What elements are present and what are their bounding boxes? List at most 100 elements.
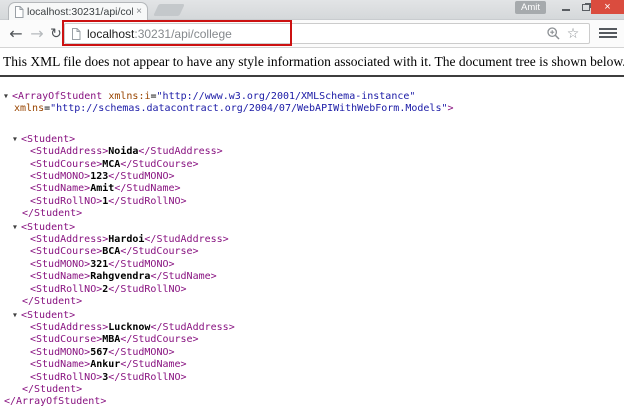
xml-tag: </StudAddress> xyxy=(138,146,223,158)
xml-tag: </StudName> xyxy=(150,271,217,283)
xml-text-value: MBA xyxy=(102,334,121,346)
xml-line: <StudMONO>321</StudMONO> xyxy=(0,259,624,271)
xml-text-value: 123 xyxy=(90,171,109,183)
xml-text-value: Amit xyxy=(90,183,115,195)
xml-tag: <StudMONO> xyxy=(30,346,91,358)
xml-text-value: Lucknow xyxy=(108,321,151,333)
collapse-arrow-icon[interactable]: ▼ xyxy=(4,90,12,102)
xml-tag: <StudAddress> xyxy=(30,146,109,158)
xml-line: ▼ <Student> xyxy=(0,133,624,146)
collapse-arrow-icon[interactable]: ▼ xyxy=(13,309,21,321)
xml-tag: <StudAddress> xyxy=(30,321,109,333)
forward-button[interactable]: → xyxy=(27,20,47,47)
xml-tag: <StudMONO> xyxy=(30,171,91,183)
xml-text-value: MCA xyxy=(102,158,121,170)
xml-tag: </Student> xyxy=(22,208,83,220)
page-icon xyxy=(71,27,81,40)
xml-line: <StudCourse>MCA</StudCourse> xyxy=(0,159,624,171)
xml-tag: <StudName> xyxy=(30,359,91,371)
back-button[interactable]: ← xyxy=(6,20,26,47)
xml-tag: </StudMONO> xyxy=(108,346,175,358)
xml-tag: </Student> xyxy=(22,296,83,308)
browser-tab[interactable]: localhost:30231/api/colle × xyxy=(8,2,148,20)
collapse-arrow-icon[interactable]: ▼ xyxy=(13,133,21,145)
address-bar[interactable]: localhost:30231/api/college ☆ xyxy=(64,23,590,44)
hamburger-menu-button[interactable] xyxy=(599,28,617,40)
url-path: :30231/api/college xyxy=(134,26,232,41)
xml-tag: <StudCourse> xyxy=(30,246,103,258)
notice-divider xyxy=(0,75,624,77)
xml-line: xmlns="http://schemas.datacontract.org/2… xyxy=(0,103,624,115)
xml-tag: <StudName> xyxy=(30,183,91,195)
xml-style-notice: This XML file does not appear to have an… xyxy=(3,54,624,69)
xml-tag: <StudRollNO> xyxy=(30,371,103,383)
xml-line: <StudMONO>123</StudMONO> xyxy=(0,171,624,183)
xml-line: </Student> xyxy=(0,384,624,396)
close-button[interactable]: × xyxy=(591,0,624,14)
hamburger-menu-icon xyxy=(599,28,617,30)
tab-close-icon[interactable]: × xyxy=(136,6,142,17)
xml-line: <StudRollNO>2</StudRollNO> xyxy=(0,284,624,296)
xml-line: <StudName>Ankur</StudName> xyxy=(0,359,624,371)
new-tab-button[interactable] xyxy=(153,4,185,16)
xml-text-value: Ankur xyxy=(90,359,121,371)
xml-line: </Student> xyxy=(0,296,624,308)
url-host: localhost xyxy=(87,26,135,41)
xml-tag: <Student> xyxy=(21,221,76,233)
xml-tag: <ArrayOfStudent xyxy=(12,91,103,102)
xml-tag: </StudName> xyxy=(114,183,181,195)
xml-line: ▼ <Student> xyxy=(0,309,624,322)
xml-tag: <Student> xyxy=(21,133,76,145)
xml-line: <StudRollNO>1</StudRollNO> xyxy=(0,196,624,208)
xml-text-value: Rahgvendra xyxy=(90,271,151,283)
xml-line: <StudCourse>MBA</StudCourse> xyxy=(0,334,624,346)
xml-attr-value: "http://www.w3.org/2001/XMLSchema-instan… xyxy=(156,91,416,102)
xml-text-value: 567 xyxy=(90,346,109,358)
xml-line: <StudMONO>567</StudMONO> xyxy=(0,347,624,359)
xml-tag: <StudCourse> xyxy=(30,334,103,346)
xml-text-value: Noida xyxy=(108,146,139,158)
page-favicon-icon xyxy=(14,5,24,18)
xml-tag: > xyxy=(447,103,454,115)
xml-line: ▼ <Student> xyxy=(0,221,624,234)
xml-attr-name: xmlns xyxy=(14,103,45,115)
xml-line: ▼ <ArrayOfStudent xmlns:i="http://www.w3.… xyxy=(0,90,624,103)
minimize-button[interactable] xyxy=(558,0,574,14)
xml-line: </ArrayOfStudent> xyxy=(0,396,624,408)
url-text[interactable]: localhost:30231/api/college xyxy=(87,27,543,41)
xml-tag: </StudMONO> xyxy=(108,258,175,270)
bookmark-star-icon[interactable]: ☆ xyxy=(563,24,583,44)
collapse-arrow-icon[interactable]: ▼ xyxy=(13,221,21,233)
xml-tag: <StudCourse> xyxy=(30,158,103,170)
xml-line: <StudRollNO>3</StudRollNO> xyxy=(0,372,624,384)
xml-tag: </StudRollNO> xyxy=(108,371,187,383)
xml-blank-line xyxy=(0,116,624,133)
xml-tag: <StudMONO> xyxy=(30,258,91,270)
tab-title: localhost:30231/api/colle xyxy=(27,5,134,18)
profile-badge[interactable]: Amit xyxy=(515,1,546,14)
reload-button[interactable]: ↻ xyxy=(47,20,65,47)
page-content: This XML file does not appear to have an… xyxy=(0,54,624,409)
xml-tag: </StudRollNO> xyxy=(108,195,187,207)
xml-line: <StudAddress>Hardoi</StudAddress> xyxy=(0,234,624,246)
xml-text-value: Hardoi xyxy=(108,234,145,246)
zoom-magnifier-icon[interactable] xyxy=(543,24,563,44)
tab-strip: localhost:30231/api/colle × Amit × xyxy=(0,0,624,20)
xml-attr-value: "http://schemas.datacontract.org/2004/07… xyxy=(50,103,448,115)
xml-line: </Student> xyxy=(0,208,624,220)
xml-tag: </Student> xyxy=(22,383,83,395)
xml-text-value: BCA xyxy=(102,246,121,258)
xml-tag: <StudName> xyxy=(30,271,91,283)
xml-tag: </StudCourse> xyxy=(120,246,199,258)
xml-tag: </StudAddress> xyxy=(150,321,235,333)
xml-tag: </StudRollNO> xyxy=(108,283,187,295)
xml-tag: </ArrayOfStudent> xyxy=(4,396,107,408)
browser-toolbar: ← → ↻ localhost:30231/api/college ☆ xyxy=(0,20,624,48)
xml-tag: </StudMONO> xyxy=(108,171,175,183)
xml-text-value: 321 xyxy=(90,258,109,270)
xml-tag: </StudCourse> xyxy=(120,334,199,346)
xml-document-tree: ▼ <ArrayOfStudent xmlns:i="http://www.w3.… xyxy=(0,90,624,409)
xml-attr-name: xmlns:i xyxy=(108,91,151,102)
restore-icon xyxy=(582,3,590,11)
xml-tag: <StudRollNO> xyxy=(30,283,103,295)
